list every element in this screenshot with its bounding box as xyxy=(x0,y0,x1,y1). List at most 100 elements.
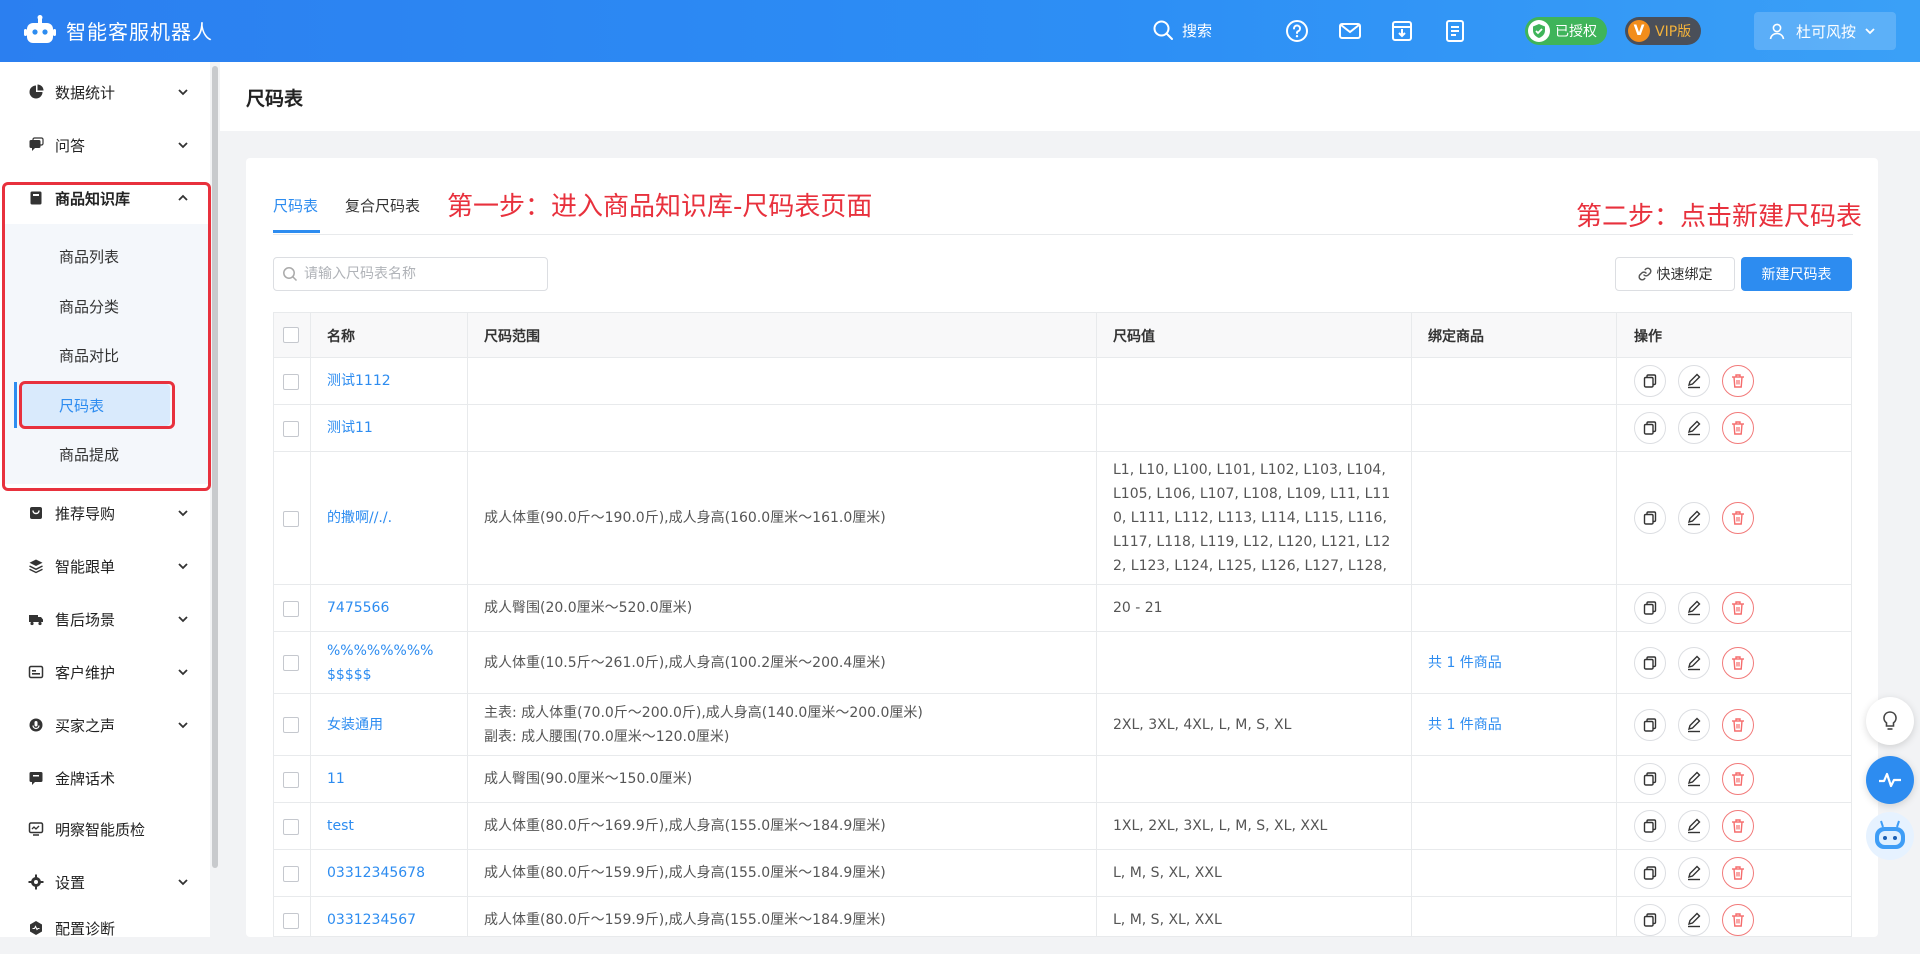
delete-button[interactable] xyxy=(1722,646,1754,679)
delete-button[interactable] xyxy=(1722,412,1754,444)
edit-button[interactable] xyxy=(1678,708,1710,741)
user-menu-button[interactable]: 杜可风按 xyxy=(1754,12,1896,50)
sidebar-item-5[interactable]: 智能跟单 xyxy=(0,540,210,592)
row-name-link[interactable]: test xyxy=(327,803,354,849)
copy-button[interactable] xyxy=(1634,502,1666,534)
global-search-button[interactable]: 搜索 xyxy=(1152,19,1212,41)
sidebar-item-4[interactable]: 推荐导购 xyxy=(0,487,210,539)
copy-button[interactable] xyxy=(1634,904,1666,936)
row-name-link[interactable]: %%%%%%%%$$$$$ xyxy=(327,632,457,693)
delete-button[interactable] xyxy=(1722,592,1754,624)
row-name-link[interactable]: 测试11 xyxy=(327,405,373,451)
delete-button[interactable] xyxy=(1722,708,1754,741)
size-chart-search[interactable] xyxy=(273,257,548,291)
row-bound-products[interactable]: 共 1 件商品 xyxy=(1428,632,1502,693)
delete-button[interactable] xyxy=(1722,857,1754,889)
delete-button[interactable] xyxy=(1722,365,1754,397)
row-checkbox[interactable] xyxy=(283,866,299,882)
vip-badge[interactable]: V VIP版 xyxy=(1625,17,1702,45)
app-logo[interactable]: 智能客服机器人 xyxy=(24,15,213,45)
search-icon xyxy=(1153,20,1173,40)
authorized-label: 已授权 xyxy=(1555,24,1597,40)
edit-button[interactable] xyxy=(1678,857,1710,889)
row-checkbox[interactable] xyxy=(283,772,299,788)
sidebar-scrollbar[interactable] xyxy=(210,62,220,937)
row-bound-products[interactable]: 共 1 件商品 xyxy=(1428,694,1502,755)
delete-button[interactable] xyxy=(1722,763,1754,795)
edit-button[interactable] xyxy=(1678,365,1710,397)
copy-button[interactable] xyxy=(1634,857,1666,889)
row-checkbox[interactable] xyxy=(283,421,299,437)
delete-button[interactable] xyxy=(1722,502,1754,534)
row-name-link[interactable]: 测试1112 xyxy=(327,358,391,404)
chevron-down-icon xyxy=(178,510,188,517)
copy-button[interactable] xyxy=(1634,365,1666,397)
sidebar-item-12[interactable]: 配置诊断 xyxy=(0,902,210,954)
help-icon[interactable] xyxy=(1285,19,1309,43)
search-icon xyxy=(283,267,298,282)
edit-button[interactable] xyxy=(1678,810,1710,842)
sidebar-item-1[interactable]: 数据统计 xyxy=(0,66,210,118)
row-name-link[interactable]: 03312345678 xyxy=(327,850,457,896)
row-checkbox[interactable] xyxy=(283,819,299,835)
copy-button[interactable] xyxy=(1634,810,1666,842)
row-name-link[interactable]: 7475566 xyxy=(327,585,389,631)
row-name-link[interactable]: 的撒啊//./. xyxy=(327,452,392,584)
highlight-box-size-chart xyxy=(19,381,175,429)
sidebar-item-8[interactable]: 买家之声 xyxy=(0,699,210,751)
sidebar-item-label: 数据统计 xyxy=(55,83,116,102)
tab-size-chart[interactable]: 尺码表 xyxy=(273,195,318,216)
copy-button[interactable] xyxy=(1634,708,1666,741)
tab-composite-size-chart[interactable]: 复合尺码表 xyxy=(345,195,420,216)
delete-button[interactable] xyxy=(1722,904,1754,936)
edit-button[interactable] xyxy=(1678,412,1710,444)
row-checkbox[interactable] xyxy=(283,655,299,671)
quick-bind-button[interactable]: 快速绑定 xyxy=(1615,257,1735,291)
copy-button[interactable] xyxy=(1634,646,1666,679)
sidebar-item-6[interactable]: 售后场景 xyxy=(0,593,210,645)
download-box-icon[interactable] xyxy=(1390,19,1414,43)
robot-assistant-button[interactable] xyxy=(1866,812,1914,860)
delete-button[interactable] xyxy=(1722,810,1754,842)
edit-button[interactable] xyxy=(1678,763,1710,795)
new-size-chart-button[interactable]: 新建尺码表 xyxy=(1741,257,1852,291)
document-icon[interactable] xyxy=(1443,19,1467,43)
table-row: 7475566 成人臀围(20.0厘米～520.0厘米) 20 - 21 xyxy=(274,585,1851,632)
sidebar-item-11[interactable]: 设置 xyxy=(0,856,210,908)
sidebar-item-label: 智能跟单 xyxy=(55,557,116,576)
mail-icon[interactable] xyxy=(1338,19,1362,43)
row-actions xyxy=(1634,632,1766,693)
row-checkbox[interactable] xyxy=(283,913,299,929)
edit-button[interactable] xyxy=(1678,904,1710,936)
row-checkbox[interactable] xyxy=(283,717,299,733)
edit-button[interactable] xyxy=(1678,592,1710,624)
row-name-link[interactable]: 女装通用 xyxy=(327,694,383,755)
sidebar-item-10[interactable]: 明察智能质检 xyxy=(0,803,210,855)
user-icon xyxy=(1769,23,1785,40)
row-checkbox[interactable] xyxy=(283,374,299,390)
copy-button[interactable] xyxy=(1634,763,1666,795)
scrollbar-thumb[interactable] xyxy=(212,66,218,868)
authorized-badge[interactable]: 已授权 xyxy=(1525,17,1607,45)
row-checkbox[interactable] xyxy=(283,511,299,527)
tips-lightbulb-button[interactable] xyxy=(1866,697,1914,745)
monitor-pulse-button[interactable] xyxy=(1866,756,1914,804)
sidebar-item-2[interactable]: 问答 xyxy=(0,119,210,171)
edit-button[interactable] xyxy=(1678,646,1710,679)
row-size-values: 1XL, 2XL, 3XL, L, M, S, XL, XXL xyxy=(1113,818,1328,834)
copy-button[interactable] xyxy=(1634,592,1666,624)
row-checkbox[interactable] xyxy=(283,601,299,617)
layers-icon xyxy=(29,559,43,574)
row-name-link[interactable]: 11 xyxy=(327,756,345,802)
sidebar-item-9[interactable]: 金牌话术 xyxy=(0,752,210,804)
size-chart-search-input[interactable] xyxy=(304,266,544,282)
sidebar-item-7[interactable]: 客户维护 xyxy=(0,646,210,698)
edit-button[interactable] xyxy=(1678,502,1710,534)
copy-button[interactable] xyxy=(1634,412,1666,444)
select-all-checkbox[interactable] xyxy=(283,327,299,343)
row-name-link[interactable]: 0331234567 xyxy=(327,897,416,936)
table-row: 测试11 xyxy=(274,405,1851,452)
table-row: 11 成人臀围(90.0厘米～150.0厘米) xyxy=(274,756,1851,803)
search-label: 搜索 xyxy=(1182,21,1213,40)
chevron-down-icon xyxy=(178,879,188,886)
